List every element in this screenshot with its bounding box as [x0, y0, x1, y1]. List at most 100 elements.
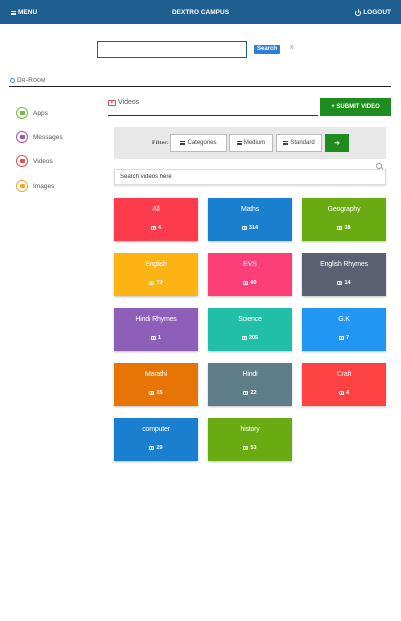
category-count: 4: [114, 225, 198, 231]
videos-heading-label: Videos: [118, 99, 140, 106]
video-count-icon: [241, 336, 247, 340]
category-tile[interactable]: Marathi 15: [114, 363, 198, 406]
video-count-icon: [150, 226, 156, 230]
video-count-icon: [243, 391, 249, 395]
category-name: history: [240, 426, 260, 433]
filter-categories-label: Categories: [187, 140, 217, 146]
video-count-icon: [150, 336, 156, 340]
category-count: 72: [114, 280, 198, 286]
logout-label: LOGOUT: [363, 9, 391, 16]
video-count-icon: [149, 281, 155, 285]
sidebar-item-label: Videos: [33, 157, 53, 165]
sidebar-item-videos[interactable]: Videos: [16, 155, 53, 167]
category-tile[interactable]: English Rhymes 14: [302, 253, 386, 296]
category-count-value: 1: [157, 335, 162, 341]
power-icon: [355, 8, 362, 16]
images-icon: [16, 180, 28, 192]
category-count-value: 15: [156, 390, 163, 396]
video-count-icon: [149, 446, 155, 450]
category-count: 7: [302, 335, 386, 341]
category-tile[interactable]: Hindi Rhymes 1: [114, 308, 198, 351]
category-count-value: 205: [248, 335, 259, 341]
category-name: All: [152, 206, 160, 213]
videos-heading: Videos: [108, 99, 139, 106]
category-count-value: 14: [344, 280, 351, 286]
sidebar-item-label: Messages: [33, 133, 63, 141]
category-tile[interactable]: history 53: [208, 418, 292, 461]
apply-filter-button[interactable]: ➜: [325, 134, 349, 152]
sidebar-item-label: Apps: [33, 109, 48, 117]
category-tile[interactable]: Geography 38: [302, 198, 386, 241]
category-count: 38: [302, 225, 386, 231]
sidebar-item-images[interactable]: Images: [16, 180, 54, 192]
category-count: 22: [208, 390, 292, 396]
video-search-input[interactable]: [114, 169, 386, 185]
category-tile[interactable]: English 72: [114, 253, 198, 296]
category-name: EVS: [243, 261, 257, 268]
category-tile[interactable]: G.K 7: [302, 308, 386, 351]
sidebar-item-apps[interactable]: Apps: [16, 107, 48, 119]
category-count-value: 4: [345, 390, 350, 396]
category-count-value: 4: [157, 225, 162, 231]
category-count-value: 38: [344, 225, 351, 231]
category-tile[interactable]: computer 29: [114, 418, 198, 461]
videos-icon: [16, 155, 28, 167]
category-count: 1: [114, 335, 198, 341]
divider: [9, 86, 391, 87]
category-name: English Rhymes: [320, 261, 368, 268]
category-count-value: 60: [250, 280, 257, 286]
category-count: 4: [302, 390, 386, 396]
submit-video-button[interactable]: + SUBMIT VIDEO: [320, 98, 391, 116]
global-search-input[interactable]: [97, 41, 247, 58]
category-name: Craft: [336, 371, 352, 378]
category-count-value: 72: [156, 280, 163, 286]
category-count-value: 314: [248, 225, 259, 231]
category-tile[interactable]: Maths 314: [208, 198, 292, 241]
category-count-value: 53: [250, 445, 257, 451]
filter-standard-button[interactable]: Standard: [276, 134, 322, 152]
category-name: English: [145, 261, 167, 268]
category-count: 29: [114, 445, 198, 451]
video-count-icon: [337, 281, 343, 285]
messages-icon: [16, 131, 28, 143]
category-count: 15: [114, 390, 198, 396]
top-navbar: MENU DEXTRO CAMPUS LOGOUT: [0, 0, 401, 24]
category-name: Hindi Rhymes: [135, 316, 177, 323]
category-count-value: 29: [156, 445, 163, 451]
category-name: Geography: [327, 206, 361, 213]
filter-medium-button[interactable]: Medium: [229, 134, 273, 152]
category-tile[interactable]: EVS 60: [208, 253, 292, 296]
category-count: 205: [208, 335, 292, 341]
filter-medium-label: Medium: [243, 140, 266, 146]
category-count-value: 22: [250, 390, 257, 396]
category-count: 14: [302, 280, 386, 286]
video-count-icon: [243, 281, 249, 285]
video-play-icon: [108, 99, 116, 106]
category-count: 60: [208, 280, 292, 286]
category-name: Hindi: [242, 371, 258, 378]
category-tile[interactable]: Science 205: [208, 308, 292, 351]
search-clear-button[interactable]: x: [290, 44, 294, 51]
filter-categories-button[interactable]: Categories: [170, 134, 227, 152]
list-icon: [236, 141, 242, 145]
search-button[interactable]: Search: [254, 45, 281, 54]
video-count-icon: [338, 336, 344, 340]
sidebar-item-messages[interactable]: Messages: [16, 131, 63, 143]
category-name: Marathi: [145, 371, 167, 378]
filter-standard-label: Standard: [290, 140, 315, 146]
videos-divider: [108, 115, 318, 116]
apps-icon: [16, 107, 28, 119]
category-count-value: 7: [345, 335, 350, 341]
gear-icon: [10, 78, 15, 83]
category-name: G.K: [338, 316, 350, 323]
video-count-icon: [241, 226, 247, 230]
category-count: 53: [208, 445, 292, 451]
video-count-icon: [337, 226, 343, 230]
category-tile[interactable]: Hindi 22: [208, 363, 292, 406]
category-tile[interactable]: All 4: [114, 198, 198, 241]
filter-bar: Filter: Categories Medium Standard ➜: [114, 127, 386, 159]
video-count-icon: [338, 391, 344, 395]
category-tile[interactable]: Craft 4: [302, 363, 386, 406]
category-name: Maths: [240, 206, 260, 213]
logout-button[interactable]: LOGOUT: [355, 8, 391, 16]
